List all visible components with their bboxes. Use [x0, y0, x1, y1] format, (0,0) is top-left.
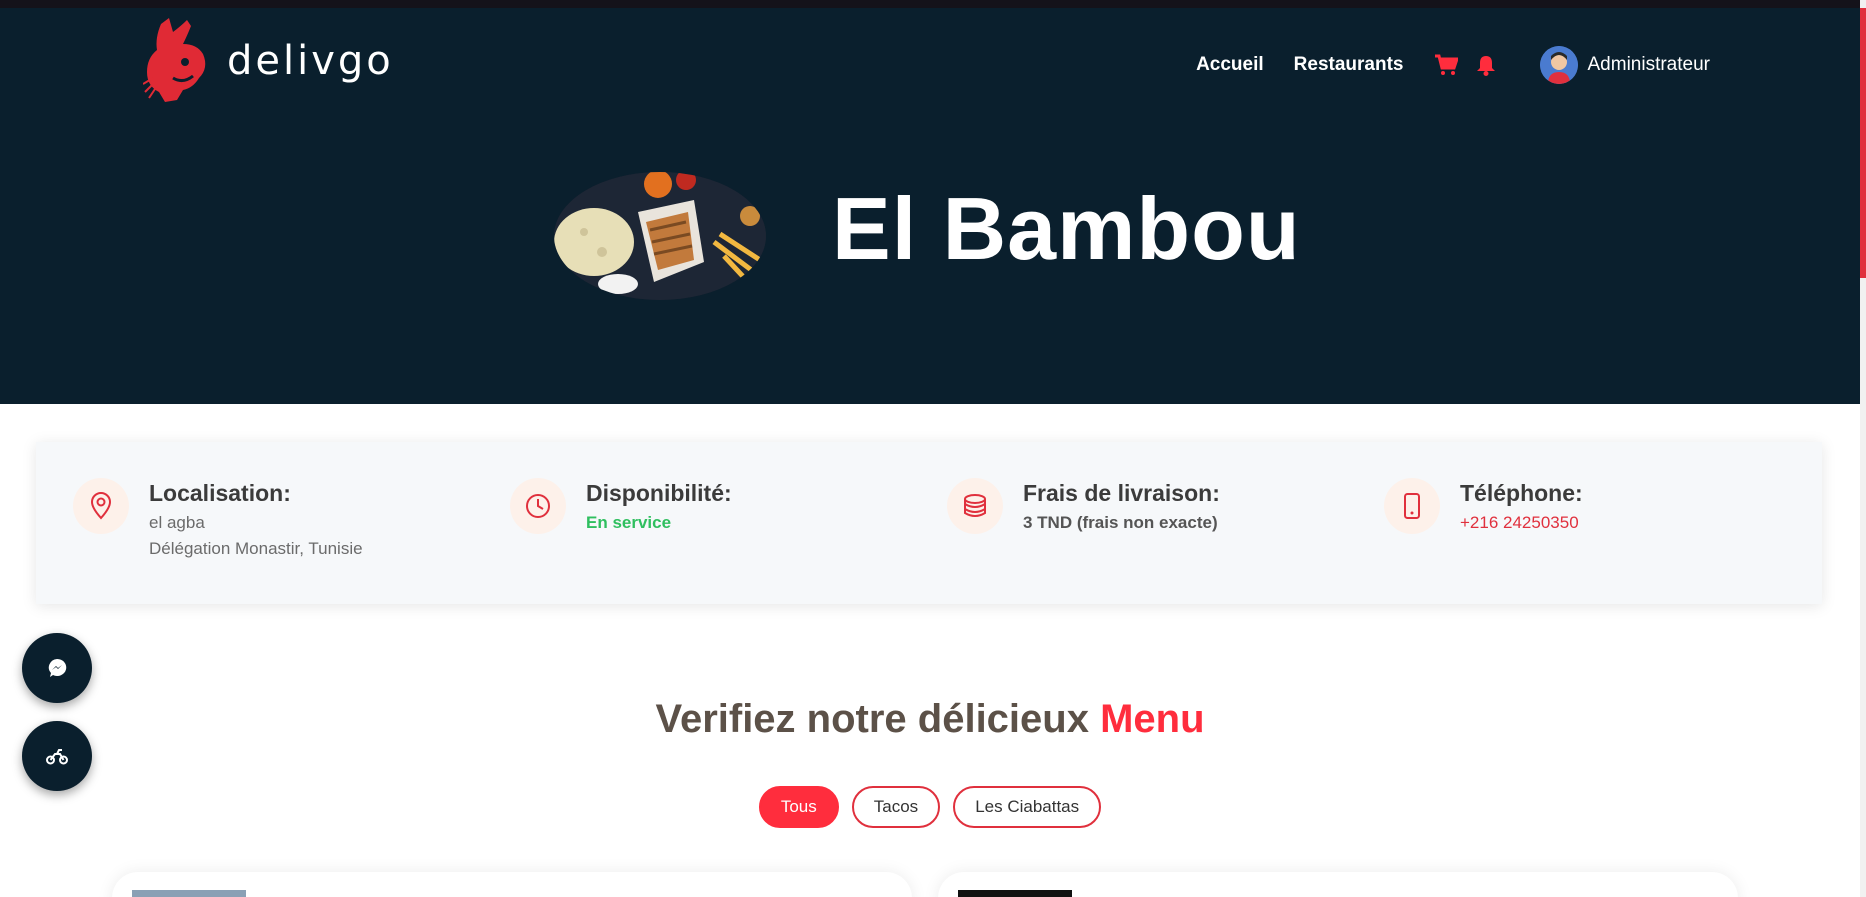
phone-label: Téléphone: [1460, 480, 1583, 506]
user-menu[interactable]: Administrateur [1539, 46, 1711, 84]
nav-link-restaurants[interactable]: Restaurants [1294, 54, 1404, 76]
availability-label: Disponibilité: [586, 480, 732, 506]
avatar [1539, 46, 1578, 84]
clock-icon [510, 478, 566, 534]
filter-tacos[interactable]: Tacos [851, 786, 941, 828]
phone-number-link[interactable]: +216 24250350 [1460, 513, 1800, 533]
location-line-2: Délégation Monastir, Tunisie [149, 539, 363, 558]
filter-tous[interactable]: Tous [758, 786, 839, 828]
availability-status: En service [586, 513, 672, 532]
delivery-label: Frais de livraison: [1023, 480, 1220, 506]
window-top-strip [0, 0, 1866, 8]
brand-logo[interactable]: delivgo [143, 18, 394, 104]
menu-title-main: Verifiez notre délicieux [655, 697, 1089, 741]
nav-link-accueil[interactable]: Accueil [1196, 54, 1264, 76]
scrollbar-thumb[interactable] [1860, 8, 1866, 278]
restaurant-info-card: Localisation: el agba Délégation Monasti… [36, 442, 1822, 604]
messenger-button[interactable] [22, 633, 92, 703]
phone-icon [1384, 478, 1440, 534]
page-scrollbar[interactable] [1860, 0, 1866, 897]
restaurant-photo [554, 172, 766, 300]
delivery-fee: 3 TND (frais non exacte) [1023, 513, 1218, 532]
rabbit-logo-icon [143, 18, 206, 102]
location-pin-icon [73, 478, 129, 534]
menu-item-card[interactable] [938, 872, 1738, 897]
restaurant-name: El Bambou [832, 179, 1301, 278]
brand-name: delivgo [227, 38, 394, 84]
location-line-1: el agba [149, 513, 205, 532]
cart-icon[interactable] [1434, 54, 1458, 76]
menu-title-accent: Menu [1100, 697, 1205, 741]
menu-section-title: Verifiez notre délicieux Menu [0, 697, 1860, 742]
menu-filter-bar: Tous Tacos Les Ciabattas [0, 786, 1860, 828]
main-nav: Accueil Restaurants Administrateur [1196, 46, 1711, 84]
filter-les-ciabattas[interactable]: Les Ciabattas [953, 786, 1102, 828]
user-name: Administrateur [1587, 54, 1711, 75]
menu-item-image [958, 890, 1072, 897]
menu-item-card[interactable] [112, 872, 912, 897]
coins-icon [947, 478, 1003, 534]
messenger-icon [48, 658, 67, 677]
bell-icon[interactable] [1476, 54, 1496, 76]
location-label: Localisation: [149, 480, 291, 506]
menu-item-image [132, 890, 246, 897]
motorbike-icon [46, 749, 68, 765]
